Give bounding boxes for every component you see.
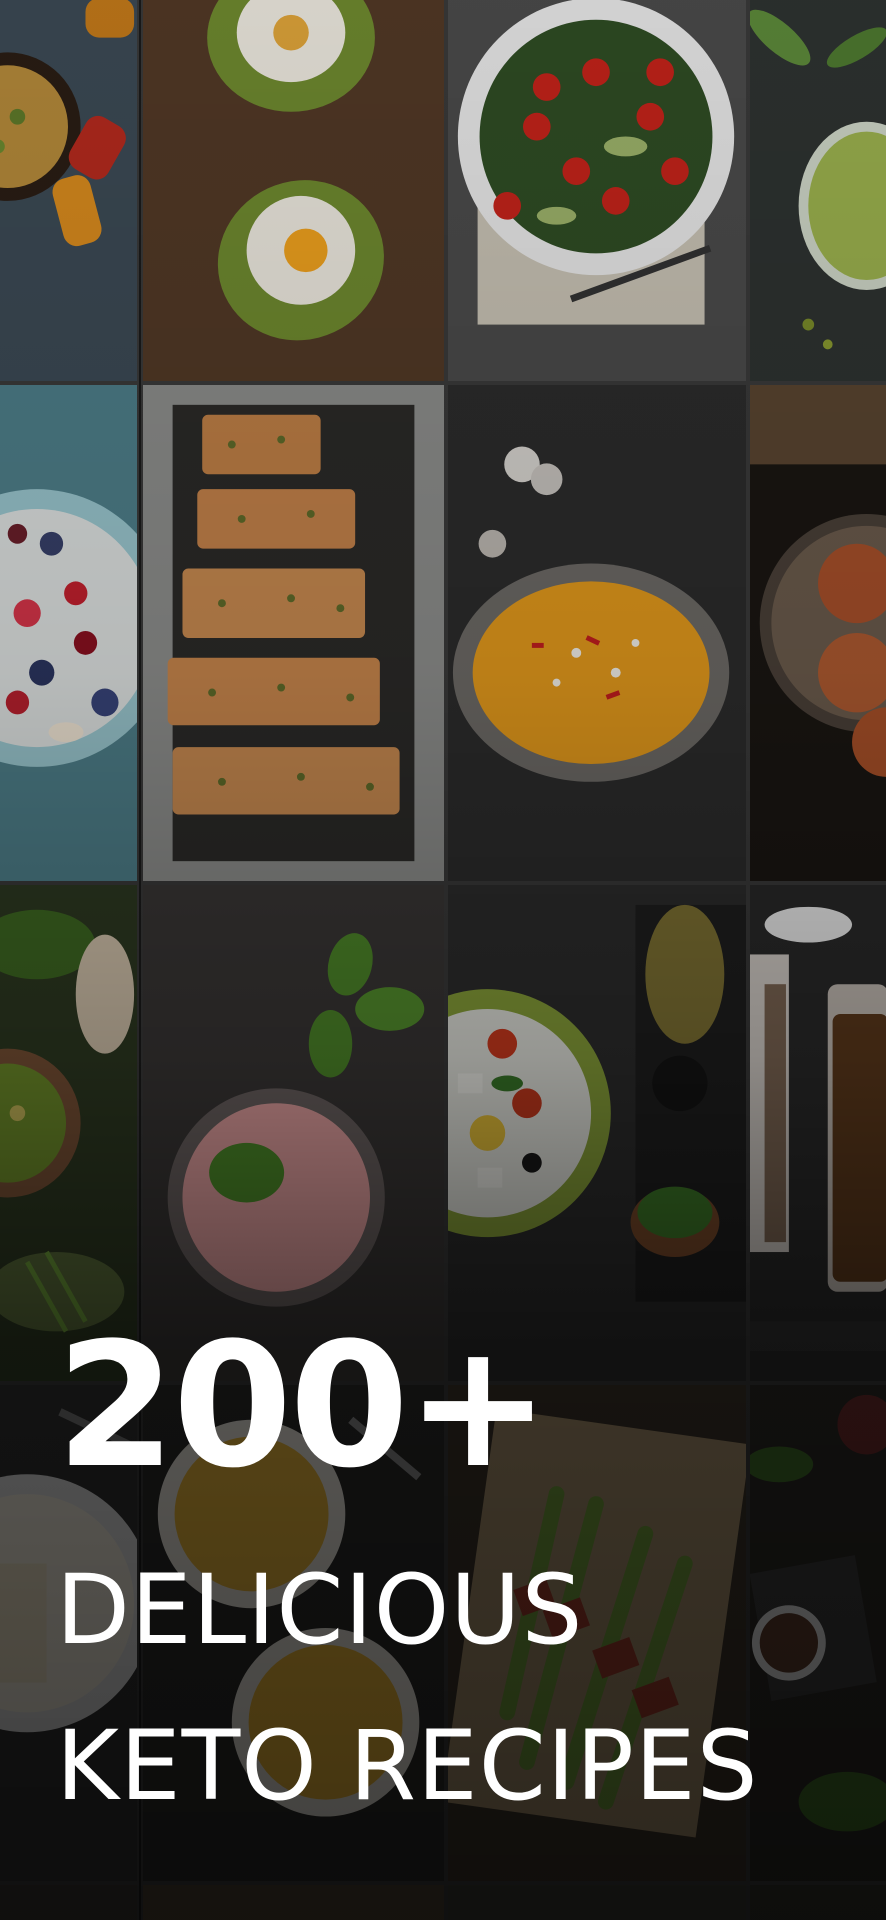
photo-keto-patties xyxy=(748,383,886,883)
promo-screen: 200+ DELICIOUS KETO RECIPES xyxy=(0,0,886,1920)
photo-skillet-omelette xyxy=(0,0,139,383)
photo-herbs-and-peppercorns xyxy=(748,1383,886,1883)
photo-green-smoothie xyxy=(748,0,886,383)
photo-pumpkin-soup xyxy=(446,383,748,883)
photo-strip-4 xyxy=(748,1883,886,1920)
recipe-count-headline: 200+ xyxy=(56,1305,550,1506)
photo-strip-3 xyxy=(446,1883,748,1920)
photo-strip-2 xyxy=(141,1883,446,1920)
photo-berry-chia-bowl xyxy=(0,383,139,883)
photo-jar-preserves xyxy=(748,883,886,1383)
photo-avocado-baked-egg xyxy=(141,0,446,383)
photo-spinach-tomato-salad xyxy=(446,0,748,383)
tagline-line-2: KETO RECIPES xyxy=(56,1710,759,1822)
photo-strip-1 xyxy=(0,1883,139,1920)
tagline-line-1: DELICIOUS xyxy=(56,1554,584,1666)
photo-baked-salmon-fillets xyxy=(141,383,446,883)
